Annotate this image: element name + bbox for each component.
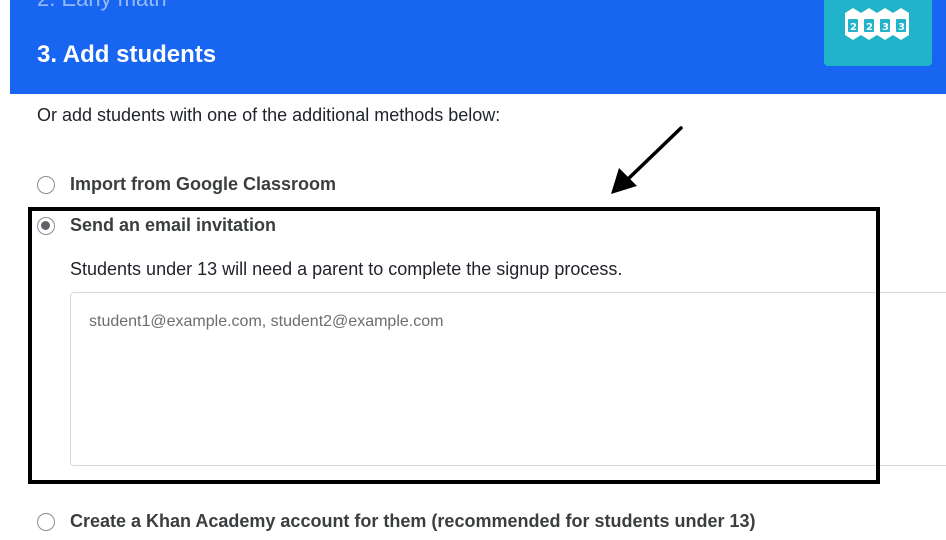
radio-google-classroom[interactable]: [37, 175, 55, 194]
step-title: 3. Add students: [37, 41, 217, 68]
option-label: Create a Khan Academy account for them (…: [70, 511, 756, 531]
option-create-khan-account[interactable]: Create a Khan Academy account for them (…: [37, 511, 756, 532]
email-addresses-input[interactable]: [70, 292, 946, 466]
email-under-13-note: Students under 13 will need a parent to …: [70, 259, 623, 279]
intro-text: Or add students with one of the addition…: [37, 105, 501, 125]
svg-text:2: 2: [866, 22, 873, 33]
svg-text:3: 3: [898, 22, 905, 33]
option-label: Import from Google Classroom: [70, 174, 337, 194]
radio-create-account[interactable]: [37, 512, 55, 531]
step-header: 2. Early math 3. Add students 2 2 3 3: [10, 0, 946, 94]
svg-text:3: 3: [882, 22, 889, 33]
khan-academy-blocks-icon: 2 2 3 3: [824, 0, 932, 66]
svg-text:2: 2: [850, 22, 857, 33]
option-send-email-invitation[interactable]: Send an email invitation: [37, 215, 276, 236]
option-import-google-classroom[interactable]: Import from Google Classroom: [37, 174, 336, 195]
option-label: Send an email invitation: [70, 215, 277, 235]
radio-email-invitation[interactable]: [37, 216, 55, 235]
previous-step-title: 2. Early math: [37, 0, 167, 12]
